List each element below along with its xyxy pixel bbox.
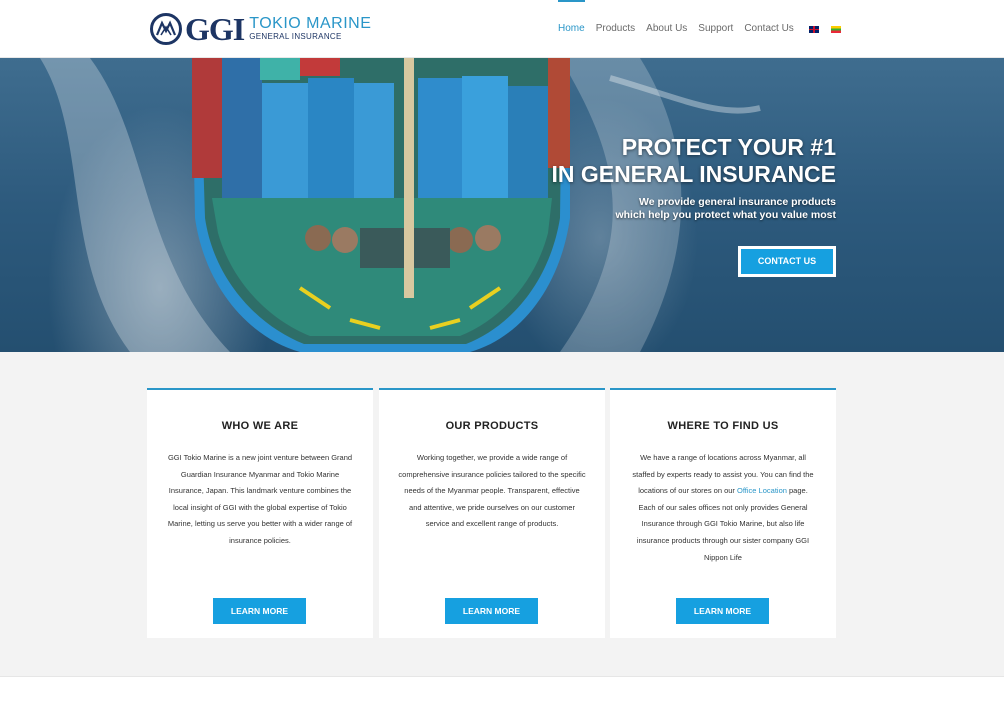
nav-about-us[interactable]: About Us — [646, 0, 687, 58]
logo-wordmark: GGI — [185, 11, 245, 47]
logo-emblem-icon — [150, 13, 182, 45]
card-who-we-are: WHO WE ARE GGI Tokio Marine is a new joi… — [147, 388, 373, 638]
nav-products[interactable]: Products — [596, 0, 635, 58]
logo-line-2: GENERAL INSURANCE — [249, 32, 342, 41]
hero-title: PROTECT YOUR #1 IN GENERAL INSURANCE — [551, 134, 836, 188]
card-our-products: OUR PRODUCTS Working together, we provid… — [379, 388, 605, 638]
card-where-to-find-us: WHERE TO FIND US We have a range of loca… — [610, 388, 836, 638]
learn-more-button[interactable]: LEARN MORE — [445, 598, 538, 624]
hero-title-line-1: PROTECT YOUR #1 — [621, 134, 836, 160]
hero-subtitle-line-2: which help you protect what you value mo… — [615, 209, 836, 221]
hero-subtitle: We provide general insurance products wh… — [615, 196, 836, 222]
hero-subtitle-line-1: We provide general insurance products — [638, 196, 836, 208]
main-nav: Home Products About Us Support Contact U… — [558, 0, 849, 58]
features-section: WHO WE ARE GGI Tokio Marine is a new joi… — [0, 352, 1004, 676]
nav-contact-us[interactable]: Contact Us — [744, 0, 793, 58]
hero-banner: PROTECT YOUR #1 IN GENERAL INSURANCE We … — [0, 58, 1004, 352]
card-body: GGI Tokio Marine is a new joint venture … — [167, 453, 353, 545]
card-title: WHO WE ARE — [221, 420, 299, 432]
learn-more-button[interactable]: LEARN MORE — [676, 598, 769, 624]
learn-more-button[interactable]: LEARN MORE — [213, 598, 306, 624]
card-title: WHERE TO FIND US — [667, 420, 779, 432]
card-body: Working together, we provide a wide rang… — [398, 453, 586, 529]
card-body: We have a range of locations across Myan… — [629, 450, 817, 566]
card-title: OUR PRODUCTS — [445, 420, 539, 432]
office-location-link[interactable]: Office Location — [737, 486, 787, 495]
logo[interactable]: GGI TOKIO MARINE GENERAL INSURANCE — [150, 13, 371, 45]
contact-us-button[interactable]: CONTACT US — [738, 246, 836, 277]
logo-line-1: TOKIO MARINE — [249, 15, 372, 32]
myanmar-flag-icon[interactable] — [830, 25, 841, 33]
card-body-text-2: page. Each of our sales offices not only… — [636, 486, 810, 562]
hero-title-line-2: IN GENERAL INSURANCE — [551, 161, 836, 187]
nav-home[interactable]: Home — [558, 0, 585, 58]
english-flag-icon[interactable] — [808, 25, 819, 33]
nav-support[interactable]: Support — [698, 0, 733, 58]
hero-ship-image — [40, 58, 761, 352]
site-header: GGI TOKIO MARINE GENERAL INSURANCE Home … — [0, 0, 1004, 58]
footer-strip — [0, 676, 1004, 708]
